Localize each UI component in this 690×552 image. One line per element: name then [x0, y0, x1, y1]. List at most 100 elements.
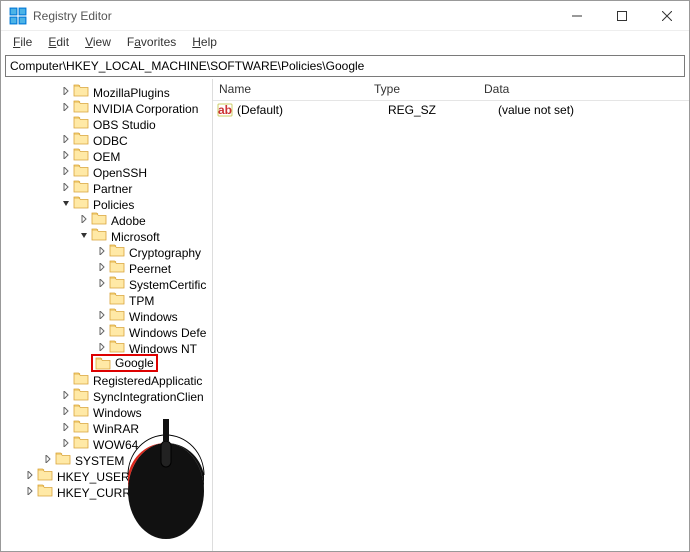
cell-name: (Default) [237, 103, 388, 117]
close-button[interactable] [644, 1, 689, 31]
minimize-button[interactable] [554, 1, 599, 31]
twisty-collapsed-icon[interactable] [95, 276, 109, 290]
twisty-collapsed-icon[interactable] [41, 452, 55, 466]
tree-item[interactable]: HKEY_USERS [1, 467, 212, 483]
folder-icon [55, 451, 71, 465]
folder-icon [109, 275, 125, 289]
twisty-collapsed-icon[interactable] [59, 132, 73, 146]
twisty-collapsed-icon[interactable] [59, 404, 73, 418]
address-path: Computer\HKEY_LOCAL_MACHINE\SOFTWARE\Pol… [10, 59, 364, 73]
tree-item[interactable]: Microsoft [1, 227, 212, 243]
tree-item[interactable]: WOW64 [1, 435, 212, 451]
tree-item[interactable]: Windows [1, 403, 212, 419]
cell-data: (value not set) [498, 103, 685, 117]
tree-item-label: RegisteredApplicatic [93, 374, 202, 388]
tree-item[interactable]: Partner [1, 179, 212, 195]
tree-item[interactable]: Cryptography [1, 243, 212, 259]
window-title: Registry Editor [33, 9, 554, 23]
twisty-collapsed-icon[interactable] [59, 84, 73, 98]
twisty-expanded-icon[interactable] [59, 196, 73, 210]
tree-item[interactable]: SyncIntegrationClien [1, 387, 212, 403]
tree-item[interactable]: WinRAR [1, 419, 212, 435]
folder-icon [73, 435, 89, 449]
twisty-collapsed-icon[interactable] [59, 436, 73, 450]
tree-item[interactable]: Windows Defe [1, 323, 212, 339]
column-name[interactable]: Name [213, 79, 368, 100]
menu-file[interactable]: File [5, 33, 40, 51]
menu-view[interactable]: View [77, 33, 119, 51]
tree-item[interactable]: Policies [1, 195, 212, 211]
tree-pane: MozillaPlugins NVIDIA Corporation OBS Stu… [1, 79, 213, 551]
tree-item[interactable]: OBS Studio [1, 115, 212, 131]
tree-item[interactable]: OpenSSH [1, 163, 212, 179]
twisty-collapsed-icon[interactable] [95, 340, 109, 354]
folder-icon [109, 243, 125, 257]
twisty-collapsed-icon[interactable] [59, 164, 73, 178]
list-header: Name Type Data [213, 79, 689, 101]
twisty-collapsed-icon[interactable] [59, 148, 73, 162]
tree-item-label: ODBC [93, 134, 128, 148]
registry-tree[interactable]: MozillaPlugins NVIDIA Corporation OBS Stu… [1, 83, 212, 499]
twisty-collapsed-icon[interactable] [59, 100, 73, 114]
tree-item[interactable]: MozillaPlugins [1, 83, 212, 99]
svg-text:ab: ab [218, 103, 232, 117]
twisty-collapsed-icon[interactable] [95, 324, 109, 338]
tree-item[interactable]: Google [1, 355, 212, 371]
tree-item-label: HKEY_USERS [57, 470, 138, 484]
tree-item[interactable]: RegisteredApplicatic [1, 371, 212, 387]
menu-edit[interactable]: Edit [40, 33, 77, 51]
tree-item-label: NVIDIA Corporation [93, 102, 198, 116]
folder-icon [73, 403, 89, 417]
tree-item[interactable]: TPM [1, 291, 212, 307]
tree-item-label: Windows [93, 406, 142, 420]
twisty-collapsed-icon[interactable] [95, 244, 109, 258]
folder-icon [73, 147, 89, 161]
twisty-collapsed-icon[interactable] [59, 180, 73, 194]
twisty-collapsed-icon[interactable] [95, 260, 109, 274]
tree-item[interactable]: OEM [1, 147, 212, 163]
tree-item-label: WOW64 [93, 438, 138, 452]
tree-item-label: Windows Defe [129, 326, 206, 340]
tree-item-label: Windows [129, 310, 178, 324]
app-icon [9, 7, 27, 25]
twisty-expanded-icon[interactable] [77, 228, 91, 242]
address-bar[interactable]: Computer\HKEY_LOCAL_MACHINE\SOFTWARE\Pol… [5, 55, 685, 77]
column-data[interactable]: Data [478, 79, 689, 100]
folder-icon [91, 211, 107, 225]
tree-item[interactable]: Windows [1, 307, 212, 323]
folder-icon [73, 131, 89, 145]
folder-icon [37, 483, 53, 497]
list-row[interactable]: ab (Default)REG_SZ(value not set) [213, 101, 689, 119]
twisty-collapsed-icon[interactable] [95, 308, 109, 322]
tree-item[interactable]: NVIDIA Corporation [1, 99, 212, 115]
folder-icon [109, 307, 125, 321]
tree-item[interactable]: SYSTEM [1, 451, 212, 467]
tree-item-label: Peernet [129, 262, 171, 276]
menu-help[interactable]: Help [184, 33, 225, 51]
menu-favorites[interactable]: Favorites [119, 33, 184, 51]
tree-item[interactable]: Adobe [1, 211, 212, 227]
title-bar: Registry Editor [1, 1, 689, 31]
folder-icon [95, 356, 111, 370]
tree-item[interactable]: Peernet [1, 259, 212, 275]
tree-item-label: OBS Studio [93, 118, 156, 132]
tree-item[interactable]: HKEY_CURREN [1, 483, 212, 499]
folder-icon [73, 195, 89, 209]
tree-item[interactable]: SystemCertific [1, 275, 212, 291]
cell-type: REG_SZ [388, 103, 498, 117]
tree-item-label: Cryptography [129, 246, 201, 260]
twisty-collapsed-icon[interactable] [23, 484, 37, 498]
tree-item[interactable]: ODBC [1, 131, 212, 147]
tree-item-label: SyncIntegrationClien [93, 390, 204, 404]
column-type[interactable]: Type [368, 79, 478, 100]
twisty-collapsed-icon[interactable] [59, 388, 73, 402]
twisty-collapsed-icon[interactable] [59, 420, 73, 434]
folder-icon [109, 259, 125, 273]
maximize-button[interactable] [599, 1, 644, 31]
twisty-collapsed-icon[interactable] [77, 212, 91, 226]
twisty-collapsed-icon[interactable] [23, 468, 37, 482]
folder-icon [73, 99, 89, 113]
folder-icon [37, 467, 53, 481]
folder-icon [73, 163, 89, 177]
tree-item[interactable]: Windows NT [1, 339, 212, 355]
